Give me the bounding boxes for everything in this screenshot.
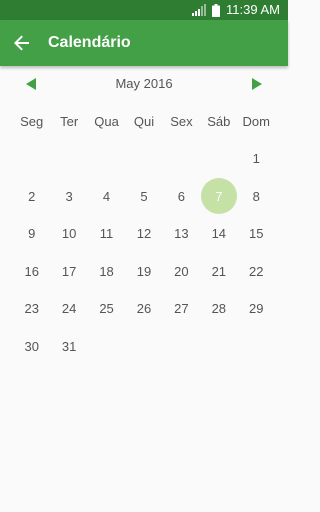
day-number: 5: [140, 188, 148, 204]
battery-icon: [212, 3, 221, 17]
day-number: 2: [28, 188, 36, 204]
app-title: Calendário: [48, 34, 131, 51]
app-bar: Calendário: [0, 20, 288, 66]
day-number: 16: [24, 263, 39, 279]
weekday-label: Sex: [170, 114, 193, 129]
day-cell[interactable]: 23: [13, 290, 50, 328]
day-cell[interactable]: 29: [238, 290, 275, 328]
day-cell[interactable]: 4: [88, 178, 125, 216]
day-number: 6: [177, 188, 185, 204]
day-cell[interactable]: 28: [200, 290, 237, 328]
day-number: 27: [174, 301, 189, 317]
day-number: 29: [249, 301, 264, 317]
day-cell[interactable]: 6: [163, 178, 200, 216]
arrow-left-icon: [14, 35, 29, 51]
weekday-header-row: Seg Ter Qua Qui Sex Sáb Dom: [13, 110, 275, 134]
day-number: 22: [249, 263, 264, 279]
day-number: 11: [99, 226, 114, 242]
empty-day-cell: [125, 140, 162, 178]
next-month-button[interactable]: [248, 75, 266, 93]
day-number: 1: [252, 151, 260, 167]
day-number: 3: [65, 188, 73, 204]
empty-day-cell: [13, 140, 50, 178]
day-number: 24: [61, 301, 77, 317]
day-cell[interactable]: 1: [238, 140, 275, 178]
day-cell[interactable]: 18: [88, 253, 125, 291]
day-cell[interactable]: 19: [125, 253, 162, 291]
signal-icon: [192, 4, 207, 16]
day-cell[interactable]: 2: [13, 178, 50, 216]
empty-day-cell: [88, 140, 125, 178]
day-cell[interactable]: 25: [88, 290, 125, 328]
day-number: 14: [211, 226, 227, 242]
day-cell[interactable]: 9: [13, 215, 50, 253]
day-number: 9: [28, 226, 36, 242]
selected-day-cell[interactable]: 7: [200, 178, 237, 216]
day-number: 21: [211, 263, 227, 279]
day-number: 26: [136, 301, 152, 317]
month-header: May 2016: [0, 72, 288, 96]
day-number: 8: [252, 188, 260, 204]
empty-day-cell: [163, 140, 200, 178]
calendar-grid: 1 2 3 4 5 6 7 8 9 10 11 12 13 14 15 16 17 18 19 20 21 22 23 24 2…: [13, 140, 275, 365]
day-number: 7: [200, 178, 237, 215]
day-cell[interactable]: 15: [238, 215, 275, 253]
day-number: 28: [211, 301, 227, 317]
weekday-label: Seg: [20, 114, 44, 129]
status-bar: 11:39 AM: [0, 0, 288, 20]
day-number: 19: [136, 263, 152, 279]
day-number: 4: [102, 188, 111, 204]
weekday-label: Qua: [94, 114, 119, 129]
day-cell[interactable]: 22: [238, 253, 275, 291]
weekday-label: Sáb: [207, 114, 231, 129]
status-time: 11:39 AM: [226, 2, 280, 17]
day-number: 30: [24, 338, 39, 354]
day-number: 23: [24, 301, 39, 317]
day-cell[interactable]: 20: [163, 253, 200, 291]
day-cell[interactable]: 13: [163, 215, 200, 253]
status-icons: 11:39 AM: [192, 3, 280, 17]
day-number: 31: [61, 338, 77, 354]
triangle-right-icon: [252, 78, 262, 90]
day-cell[interactable]: 31: [50, 328, 87, 366]
day-cell[interactable]: 30: [13, 328, 50, 366]
empty-day-cell: [50, 140, 87, 178]
back-button[interactable]: [10, 31, 34, 55]
day-number: 18: [99, 263, 114, 279]
day-cell[interactable]: 10: [50, 215, 87, 253]
day-number: 17: [61, 263, 77, 279]
day-cell[interactable]: 5: [125, 178, 162, 216]
day-cell[interactable]: 12: [125, 215, 162, 253]
weekday-label: Ter: [60, 114, 79, 129]
day-cell[interactable]: 16: [13, 253, 50, 291]
day-cell[interactable]: 27: [163, 290, 200, 328]
empty-day-cell: [200, 140, 237, 178]
day-number: 10: [61, 226, 77, 242]
day-cell[interactable]: 26: [125, 290, 162, 328]
day-number: 13: [174, 226, 189, 242]
day-cell[interactable]: 17: [50, 253, 87, 291]
day-cell[interactable]: 14: [200, 215, 237, 253]
day-cell[interactable]: 24: [50, 290, 87, 328]
month-label: May 2016: [115, 76, 173, 91]
day-number: 20: [174, 263, 189, 279]
day-number: 12: [136, 226, 152, 242]
day-number: 25: [99, 301, 114, 317]
day-cell[interactable]: 3: [50, 178, 87, 216]
day-cell[interactable]: 11: [88, 215, 125, 253]
day-number: 15: [249, 226, 264, 242]
day-cell[interactable]: 8: [238, 178, 275, 216]
weekday-label: Dom: [242, 114, 270, 129]
weekday-label: Qui: [133, 114, 155, 129]
day-cell[interactable]: 21: [200, 253, 237, 291]
